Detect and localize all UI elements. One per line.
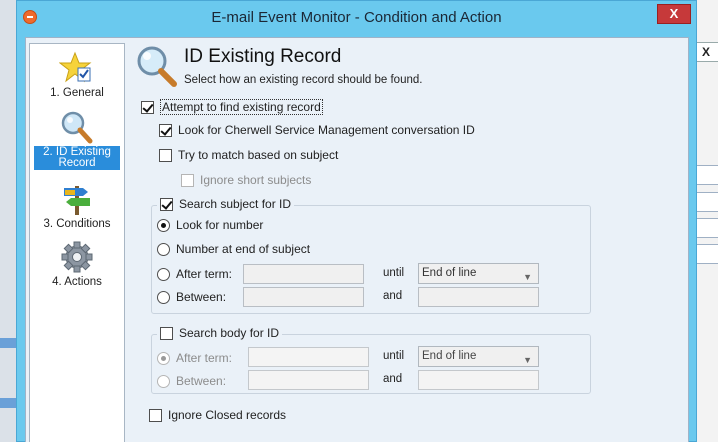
subject-between-radio[interactable] <box>157 290 170 304</box>
chevron-down-icon: ▼ <box>523 355 532 365</box>
ignore-short-option[interactable]: Ignore short subjects <box>181 173 311 187</box>
main-panel: ID Existing Record Select how an existin… <box>132 38 688 442</box>
number-at-end-label: Number at end of subject <box>176 242 311 256</box>
nav-item-label: 3. Conditions <box>43 218 111 230</box>
body-after-term-field[interactable] <box>248 347 369 367</box>
match-subject-checkbox[interactable] <box>159 148 172 162</box>
subject-and-label: and <box>383 290 403 302</box>
background-strip <box>0 398 16 408</box>
body-between-option[interactable]: Between: <box>157 374 226 388</box>
nav-item-label: 2. ID Existing Record <box>34 146 120 170</box>
look-for-number-label: Look for number <box>176 218 264 232</box>
close-button[interactable]: X <box>657 4 691 24</box>
window-title: E-mail Event Monitor - Condition and Act… <box>211 9 502 26</box>
page-subtitle: Select how an existing record should be … <box>184 74 423 86</box>
star-checklist-icon <box>58 51 95 85</box>
nav-item-actions[interactable]: 4. Actions <box>34 240 120 288</box>
body-between-radio[interactable] <box>157 374 170 388</box>
page-title: ID Existing Record <box>184 46 342 67</box>
magnifier-icon <box>59 110 95 144</box>
conversation-id-option[interactable]: Look for Cherwell Service Management con… <box>159 123 475 137</box>
subject-after-term-field[interactable] <box>243 264 364 284</box>
nav-item-label: 1. General <box>50 87 104 99</box>
body-between-end-field[interactable] <box>418 370 539 390</box>
subject-after-term-option[interactable]: After term: <box>157 267 232 281</box>
body-after-term-label: After term: <box>176 351 233 365</box>
magnifier-icon <box>134 44 180 88</box>
subject-between-end-field[interactable] <box>418 287 539 307</box>
body-between-start-field[interactable] <box>248 370 369 390</box>
chevron-down-icon: ▼ <box>523 272 532 282</box>
gear-icon <box>59 240 95 274</box>
attempt-find-checkbox[interactable] <box>141 100 154 114</box>
background-strip <box>0 338 16 348</box>
title-bar[interactable]: E-mail Event Monitor - Condition and Act… <box>17 1 696 33</box>
conversation-id-label: Look for Cherwell Service Management con… <box>178 123 475 137</box>
conversation-id-checkbox[interactable] <box>159 123 172 137</box>
search-body-label: Search body for ID <box>179 326 280 340</box>
nav-item-conditions[interactable]: 3. Conditions <box>34 182 120 230</box>
body-until-select[interactable]: End of line ▼ <box>418 346 539 367</box>
subject-until-value: End of line <box>422 267 477 279</box>
ignore-closed-option[interactable]: Ignore Closed records <box>149 408 286 422</box>
search-body-legend[interactable]: Search body for ID <box>157 326 283 340</box>
match-subject-label: Try to match based on subject <box>178 148 339 162</box>
nav-item-general[interactable]: 1. General <box>34 51 120 99</box>
search-subject-legend[interactable]: Search subject for ID <box>157 197 295 211</box>
search-body-checkbox[interactable] <box>160 326 173 340</box>
dialog-client-area: 1. General 2. ID Existing Record 3. Cond… <box>25 37 689 442</box>
subject-between-option[interactable]: Between: <box>157 290 226 304</box>
subject-until-select[interactable]: End of line ▼ <box>418 263 539 284</box>
look-for-number-option[interactable]: Look for number <box>157 218 263 232</box>
subject-between-label: Between: <box>176 290 227 304</box>
search-subject-checkbox[interactable] <box>160 197 173 211</box>
wizard-nav: 1. General 2. ID Existing Record 3. Cond… <box>29 43 125 442</box>
body-between-label: Between: <box>176 374 227 388</box>
body-until-label: until <box>383 350 405 362</box>
ignore-short-checkbox[interactable] <box>181 173 194 187</box>
subject-after-term-label: After term: <box>176 267 233 281</box>
body-after-term-radio[interactable] <box>157 351 170 365</box>
subject-until-label: until <box>383 267 405 279</box>
ignore-short-label: Ignore short subjects <box>200 173 312 187</box>
number-at-end-radio[interactable] <box>157 242 170 256</box>
body-until-value: End of line <box>422 350 477 362</box>
search-subject-label: Search subject for ID <box>179 197 292 211</box>
ignore-closed-label: Ignore Closed records <box>168 408 287 422</box>
ignore-closed-checkbox[interactable] <box>149 408 162 422</box>
body-after-term-option[interactable]: After term: <box>157 351 232 365</box>
match-subject-option[interactable]: Try to match based on subject <box>159 148 338 162</box>
body-and-label: and <box>383 373 403 385</box>
look-for-number-radio[interactable] <box>157 218 170 232</box>
nav-item-id-existing-record[interactable]: 2. ID Existing Record <box>34 110 120 170</box>
number-at-end-option[interactable]: Number at end of subject <box>157 242 310 256</box>
attempt-find-label: Attempt to find existing record <box>160 99 323 115</box>
background-window-left <box>0 0 16 442</box>
subject-between-start-field[interactable] <box>243 287 364 307</box>
attempt-find-option[interactable]: Attempt to find existing record <box>141 99 323 115</box>
signpost-icon <box>59 182 95 216</box>
nav-item-label: 4. Actions <box>52 276 102 288</box>
subject-after-term-radio[interactable] <box>157 267 170 281</box>
dialog-window: E-mail Event Monitor - Condition and Act… <box>16 0 697 442</box>
